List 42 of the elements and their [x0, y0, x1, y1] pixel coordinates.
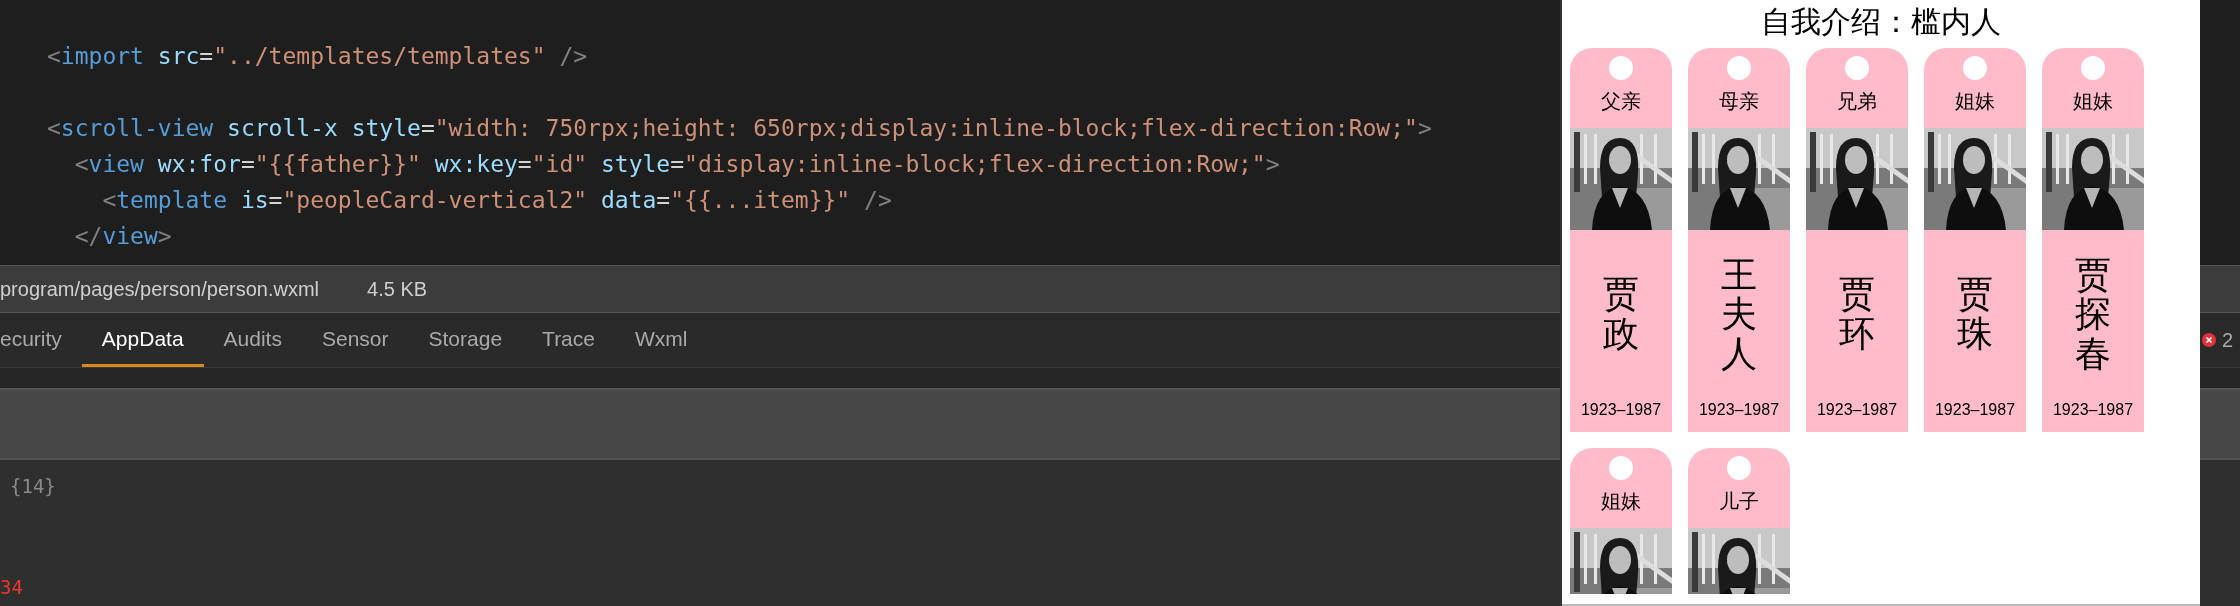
error-count: 2	[2222, 328, 2234, 353]
code-line: <view wx:for="{{father}}" wx:key="id" style="display:inline-block;flex-direction:Row;">	[73, 149, 1280, 179]
code-line: </view>	[73, 221, 172, 251]
panel-tab[interactable]: Trace	[522, 313, 615, 367]
panel-tab[interactable]: Audits	[203, 313, 302, 367]
years-label: 1923–1987	[1816, 400, 1898, 420]
file-size: 4.5 KB	[367, 277, 428, 302]
panel-tab[interactable]: Storage	[408, 313, 523, 367]
hole-icon	[1609, 56, 1633, 80]
data-text: {14}	[10, 474, 56, 499]
panel-tab[interactable]: ecurity	[0, 313, 82, 367]
relation-label: 姐妹	[1601, 489, 1641, 514]
file-path: program/pages/person/person.wxml	[0, 277, 320, 302]
hole-icon	[1963, 56, 1987, 80]
hole-icon	[1609, 456, 1633, 480]
error-text: 34	[0, 574, 23, 600]
relation-label: 儿子	[1719, 489, 1759, 514]
error-icon	[2202, 333, 2216, 347]
years-label: 1923–1987	[1580, 400, 1662, 420]
person-name: 贾珠	[1957, 274, 1993, 354]
person-name: 贾环	[1839, 274, 1875, 354]
person-name: 王夫人	[1721, 254, 1757, 374]
relation-label: 姐妹	[2073, 89, 2113, 114]
code-line: <scroll-view scroll-x style="width: 750rpx;height: 650rpx;display:inline-block;flex-direction:Row;">	[47, 113, 1432, 143]
hole-icon	[2081, 56, 2105, 80]
code-line: <template is="peopleCard-vertical2" data="{{...item}}" />	[101, 185, 892, 215]
hole-icon	[1727, 56, 1751, 80]
relation-label: 姐妹	[1955, 89, 1995, 114]
panel-tab[interactable]: Sensor	[301, 313, 409, 367]
person-name: 贾探春	[2075, 254, 2111, 374]
years-label: 1923–1987	[1934, 400, 2016, 420]
hole-icon	[1727, 456, 1751, 480]
years-label: 1923–1987	[1698, 400, 1780, 420]
relation-label: 父亲	[1601, 89, 1641, 114]
person-name: 贾政	[1603, 274, 1639, 354]
panel-tab[interactable]: Wxml	[615, 313, 708, 367]
hole-icon	[1845, 56, 1869, 80]
code-line: <import src="../templates/templates" />	[47, 41, 588, 71]
years-label: 1923–1987	[2052, 400, 2134, 420]
relation-label: 兄弟	[1837, 89, 1877, 114]
relation-label: 母亲	[1719, 89, 1759, 114]
page-title: 自我介绍：槛内人	[1760, 4, 2002, 40]
